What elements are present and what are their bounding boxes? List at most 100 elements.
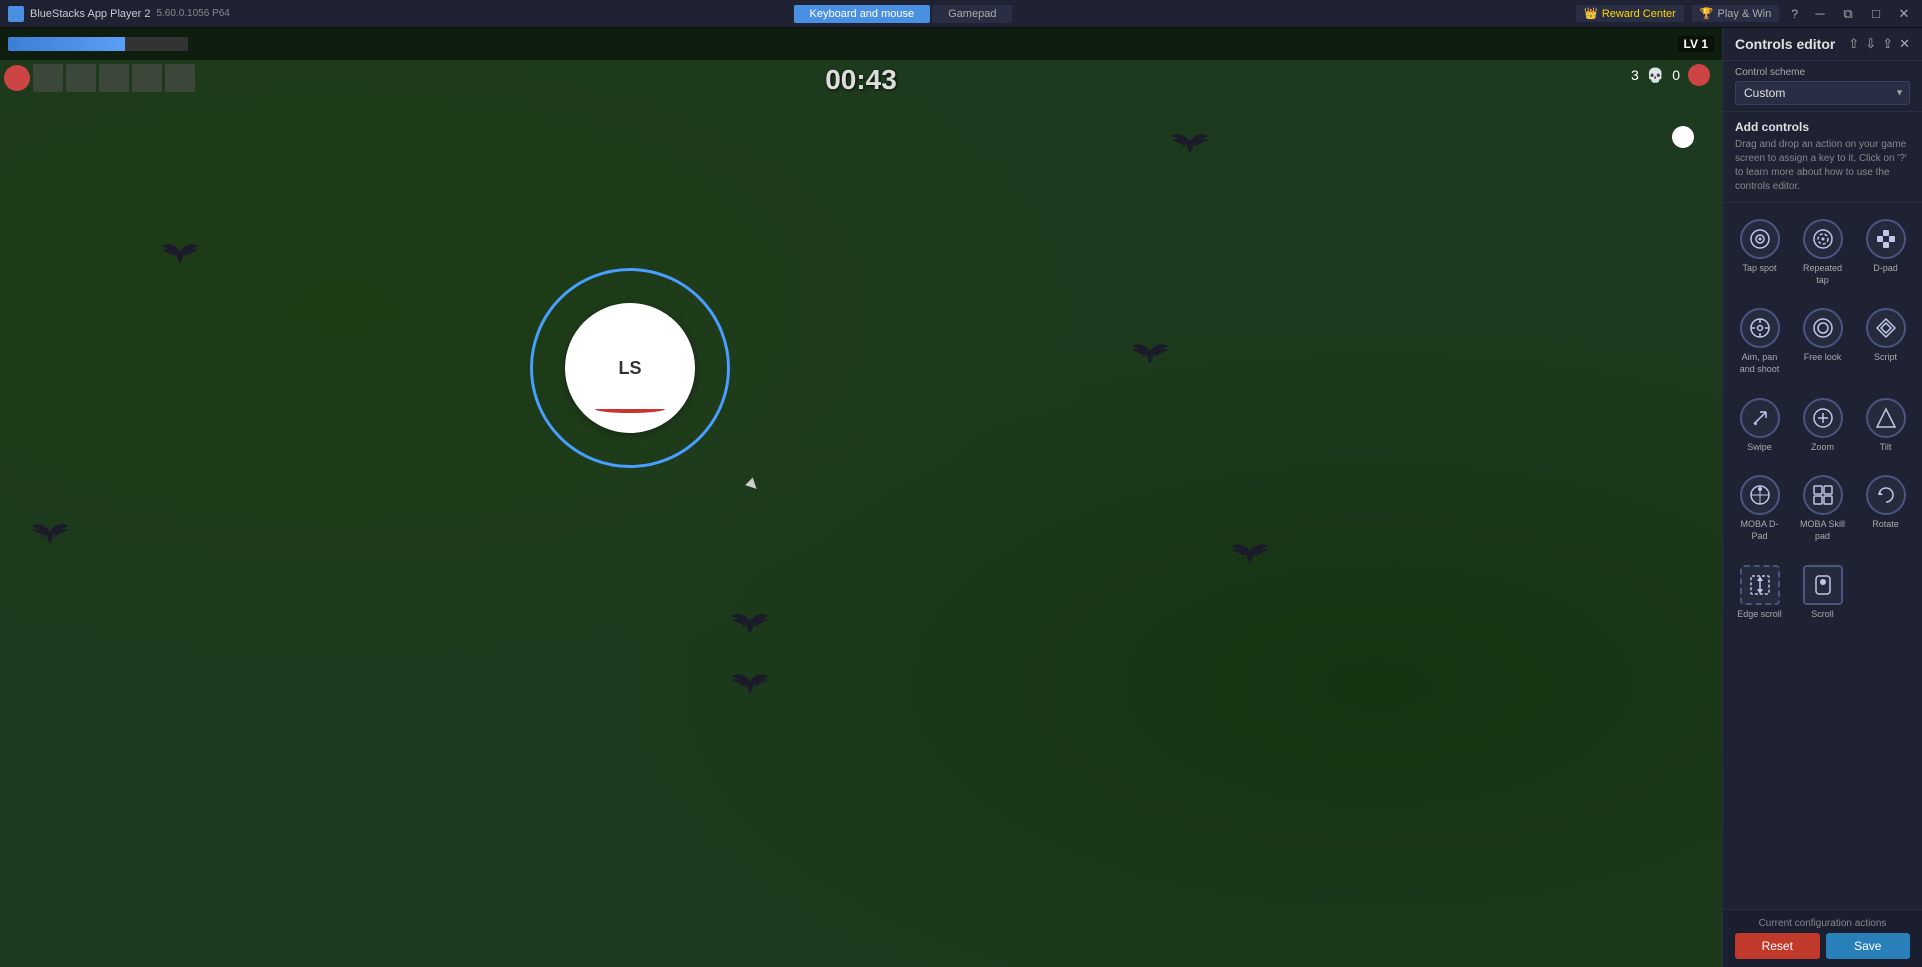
health-bar — [8, 37, 125, 51]
save-button[interactable]: Save — [1826, 933, 1911, 959]
game-icon-1 — [33, 64, 63, 92]
moba-dpad-label: MOBA D-Pad — [1735, 519, 1784, 542]
reset-button[interactable]: Reset — [1735, 933, 1820, 959]
control-tilt[interactable]: Tilt — [1857, 390, 1914, 462]
control-moba-dpad[interactable]: MOBA D-Pad — [1731, 467, 1788, 550]
header-icon-group: ⇧ ⇩ ⇪ ✕ — [1848, 36, 1910, 52]
app-name: BlueStacks App Player 2 — [30, 8, 150, 20]
game-icons-row — [4, 64, 195, 92]
scheme-select[interactable]: Custom — [1735, 81, 1910, 105]
control-moba-skill[interactable]: MOBA Skill pad — [1794, 467, 1851, 550]
add-controls-desc: Drag and drop an action on your game scr… — [1735, 138, 1910, 194]
reward-center-button[interactable]: 👑 Reward Center — [1576, 5, 1684, 22]
tap-spot-label: Tap spot — [1742, 263, 1776, 275]
player-avatar-mini — [4, 65, 30, 91]
control-free-look[interactable]: Free look — [1794, 300, 1851, 383]
control-repeated-tap[interactable]: Repeated tap — [1794, 211, 1851, 294]
import-button[interactable]: ⇩ — [1865, 36, 1876, 52]
scroll-label: Scroll — [1811, 609, 1834, 621]
joystick-container[interactable]: LS — [530, 268, 730, 468]
dpad-icon — [1866, 219, 1906, 259]
health-bar-container — [8, 37, 188, 51]
joystick-label: LS — [618, 358, 641, 379]
control-dpad[interactable]: D-pad — [1857, 211, 1914, 294]
free-look-label: Free look — [1804, 352, 1842, 364]
bat-sprite-4 — [1230, 538, 1270, 566]
game-background — [0, 28, 1722, 967]
game-area[interactable]: LV 1 00:43 3 💀 0 — [0, 28, 1722, 967]
main-content: LV 1 00:43 3 💀 0 — [0, 28, 1922, 967]
app-version: 5.60.0.1056 P64 — [156, 8, 229, 19]
tab-keyboard-mouse[interactable]: Keyboard and mouse — [794, 5, 931, 23]
rotate-label: Rotate — [1872, 519, 1899, 531]
script-label: Script — [1874, 352, 1897, 364]
swipe-icon — [1740, 398, 1780, 438]
edge-scroll-label: Edge scroll — [1737, 609, 1782, 621]
moba-skill-icon — [1803, 475, 1843, 515]
game-hud-bar: LV 1 — [0, 28, 1722, 60]
score-value: 0 — [1672, 67, 1680, 83]
control-scheme-row: Control scheme Custom ▾ — [1723, 61, 1922, 112]
config-actions-label: Current configuration actions — [1735, 918, 1910, 929]
game-icon-3 — [99, 64, 129, 92]
bat-sprite-1 — [160, 238, 200, 266]
panel-close-button[interactable]: ✕ — [1899, 36, 1910, 52]
swipe-label: Swipe — [1747, 442, 1772, 454]
bat-sprite-6 — [730, 668, 770, 696]
aim-pan-shoot-icon — [1740, 308, 1780, 348]
control-swipe[interactable]: Swipe — [1731, 390, 1788, 462]
white-dot-indicator — [1672, 126, 1694, 148]
controls-editor-title: Controls editor — [1735, 36, 1835, 52]
game-icon-5 — [165, 64, 195, 92]
joystick-inner-knob: LS — [565, 303, 695, 433]
control-script[interactable]: Script — [1857, 300, 1914, 383]
kills-score-row: 3 💀 0 — [1631, 64, 1710, 86]
control-scroll[interactable]: Scroll — [1794, 557, 1851, 629]
add-controls-section: Add controls Drag and drop an action on … — [1723, 112, 1922, 203]
title-bar: BlueStacks App Player 2 5.60.0.1056 P64 … — [0, 0, 1922, 28]
repeated-tap-icon — [1803, 219, 1843, 259]
free-look-icon — [1803, 308, 1843, 348]
moba-dpad-icon — [1740, 475, 1780, 515]
moba-skill-label: MOBA Skill pad — [1798, 519, 1847, 542]
script-icon — [1866, 308, 1906, 348]
controls-grid: Tap spot Repeated tap D-pad — [1723, 203, 1922, 909]
trophy-icon: 🏆 — [1700, 7, 1714, 20]
add-controls-title: Add controls — [1735, 120, 1910, 134]
minimize-button[interactable]: ─ — [1810, 4, 1830, 24]
action-buttons-row: Reset Save — [1735, 933, 1910, 959]
control-tap-spot[interactable]: Tap spot — [1731, 211, 1788, 294]
game-icon-4 — [132, 64, 162, 92]
tilt-label: Tilt — [1880, 442, 1892, 454]
title-bar-right: 👑 Reward Center 🏆 Play & Win ? ─ ⧉ □ ✕ — [1576, 4, 1914, 24]
joystick-red-arc — [595, 405, 665, 413]
game-timer: 00:43 — [825, 64, 897, 96]
bat-sprite-3 — [1170, 128, 1210, 156]
play-win-button[interactable]: 🏆 Play & Win — [1692, 5, 1780, 22]
zoom-icon — [1803, 398, 1843, 438]
tap-spot-icon — [1740, 219, 1780, 259]
tab-gamepad[interactable]: Gamepad — [932, 5, 1012, 23]
crown-icon: 👑 — [1584, 7, 1598, 20]
bottom-action-bar: Current configuration actions Reset Save — [1723, 909, 1922, 967]
title-bar-left: BlueStacks App Player 2 5.60.0.1056 P64 — [8, 6, 230, 22]
edge-scroll-icon — [1740, 565, 1780, 605]
bat-sprite-7 — [30, 518, 70, 546]
bat-sprite-5 — [730, 608, 770, 636]
maximize-button[interactable]: □ — [1866, 4, 1886, 24]
close-button[interactable]: ✕ — [1894, 4, 1914, 24]
hud-right: LV 1 — [1678, 36, 1714, 52]
control-zoom[interactable]: Zoom — [1794, 390, 1851, 462]
app-icon — [8, 6, 24, 22]
scheme-label: Control scheme — [1735, 67, 1910, 78]
control-edge-scroll[interactable]: Edge scroll — [1731, 557, 1788, 629]
control-rotate[interactable]: Rotate — [1857, 467, 1914, 550]
control-aim-pan-shoot[interactable]: Aim, pan and shoot — [1731, 300, 1788, 383]
help-button[interactable]: ? — [1787, 5, 1802, 23]
game-icon-2 — [66, 64, 96, 92]
restore-button[interactable]: ⧉ — [1838, 4, 1858, 24]
export-button[interactable]: ⇪ — [1882, 36, 1893, 52]
share-button[interactable]: ⇧ — [1848, 36, 1859, 52]
level-badge: LV 1 — [1678, 36, 1714, 52]
tab-bar: Keyboard and mouse Gamepad — [230, 5, 1576, 23]
